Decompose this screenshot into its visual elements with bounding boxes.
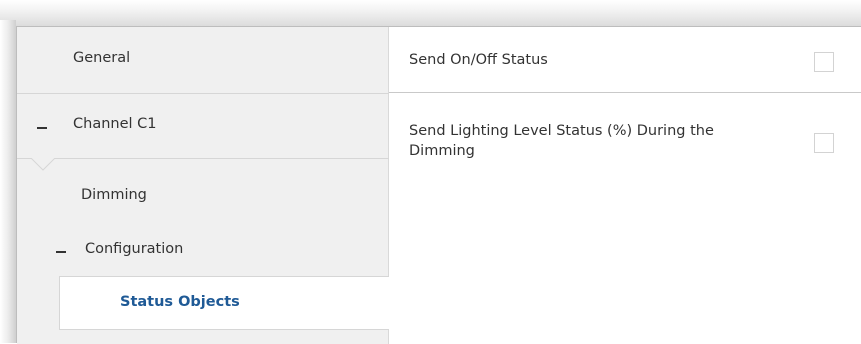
parameter-row-send-on-off-status: Send On/Off Status bbox=[389, 27, 861, 93]
sidebar-item-dimming[interactable]: Dimming bbox=[17, 172, 389, 222]
sidebar-item-label: Configuration bbox=[85, 241, 184, 257]
sidebar-item-label: General bbox=[73, 50, 131, 66]
send-on-off-status-checkbox[interactable] bbox=[814, 52, 834, 72]
sidebar-item-label: Dimming bbox=[81, 187, 147, 203]
parameter-row-send-lighting-level-status: Send Lighting Level Status (%) During th… bbox=[389, 94, 861, 184]
window-shadow-left bbox=[0, 20, 16, 343]
parameter-window: General Channel C1 Dimming Configuration… bbox=[16, 26, 861, 344]
send-lighting-level-status-checkbox[interactable] bbox=[814, 133, 834, 153]
sidebar-item-configuration[interactable]: Configuration bbox=[17, 227, 389, 275]
minus-icon[interactable] bbox=[37, 127, 47, 129]
sidebar-item-channel-c1[interactable]: Channel C1 bbox=[17, 95, 389, 159]
parameter-label: Send On/Off Status bbox=[409, 52, 548, 68]
sidebar-item-label: Status Objects bbox=[120, 294, 240, 310]
sidebar-item-status-objects[interactable]: Status Objects bbox=[59, 276, 390, 330]
minus-icon[interactable] bbox=[56, 251, 66, 253]
parameter-panel: Send On/Off Status Send Lighting Level S… bbox=[389, 27, 861, 344]
sidebar-item-general[interactable]: General bbox=[17, 27, 389, 94]
tab-pointer-icon bbox=[31, 158, 55, 171]
sidebar: General Channel C1 Dimming Configuration… bbox=[17, 27, 390, 344]
sidebar-item-label: Channel C1 bbox=[73, 116, 157, 132]
parameter-label: Send Lighting Level Status (%) During th… bbox=[409, 123, 714, 159]
